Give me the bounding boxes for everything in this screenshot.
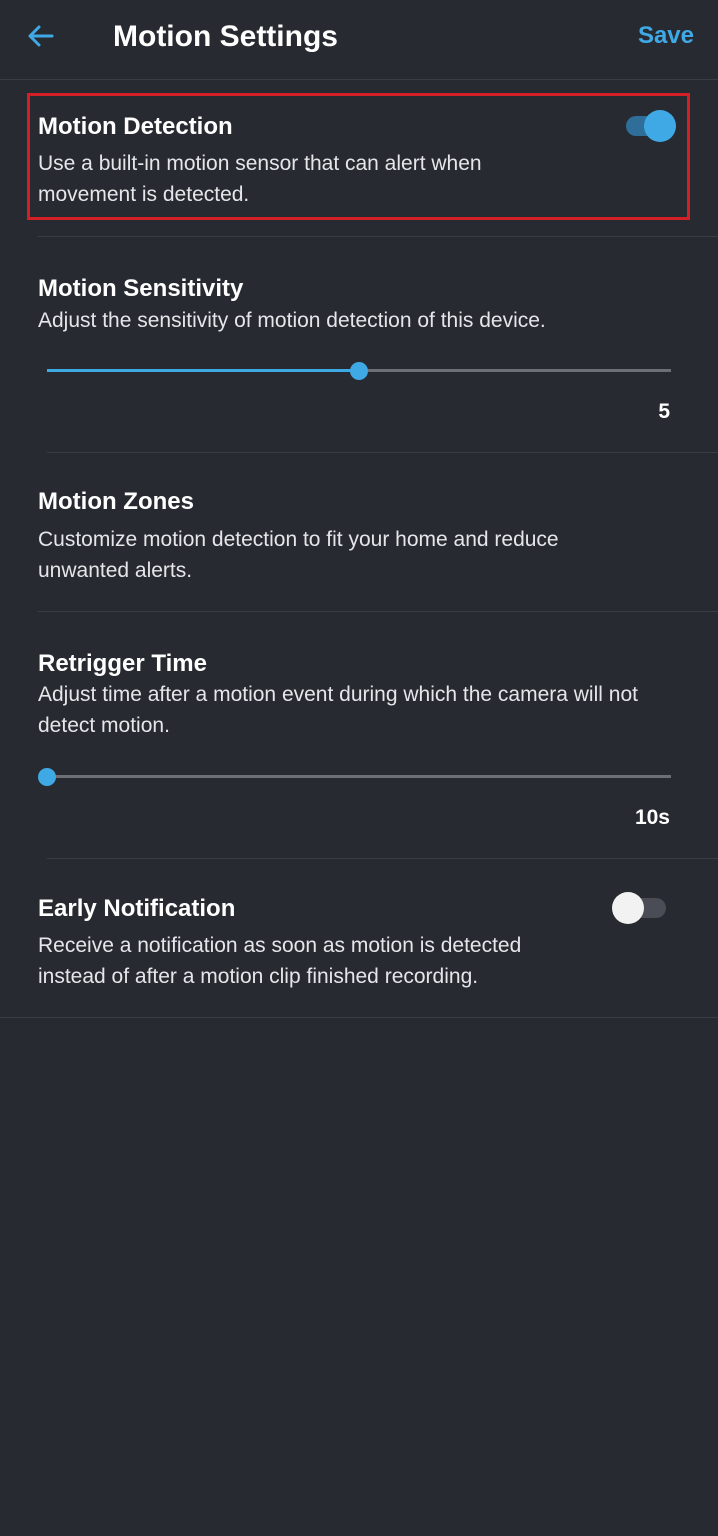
divider [38,236,718,237]
back-button[interactable] [22,18,60,56]
description-line: detect motion. [38,714,170,737]
slider-fill [47,369,359,372]
description-line: Adjust time after a motion event during … [38,683,638,706]
early-notification-title: Early Notification [38,895,236,922]
motion-detection-title: Motion Detection [38,113,233,140]
early-notification-description: Receive a notification as soon as motion… [38,930,521,992]
description-line: unwanted alerts. [38,559,193,582]
retrigger-time-description: Adjust time after a motion event during … [38,679,638,741]
motion-settings-screen: Motion Settings Save Motion Detection Us… [0,0,718,1536]
divider [38,611,718,612]
page-title: Motion Settings [113,20,338,53]
motion-sensitivity-slider[interactable] [47,360,671,380]
retrigger-time-slider[interactable] [38,766,671,786]
early-notification-toggle[interactable] [612,892,666,924]
slider-thumb[interactable] [38,768,56,786]
toggle-knob [612,892,644,924]
retrigger-time-title: Retrigger Time [38,650,207,677]
motion-zones-title[interactable]: Motion Zones [38,487,194,517]
description-line: Customize motion detection to fit your h… [38,528,559,551]
motion-sensitivity-title: Motion Sensitivity [38,275,244,302]
description-line: movement is detected. [38,183,250,206]
description-line: Use a built-in motion sensor that can al… [38,152,482,175]
divider [47,452,718,453]
description-line: Receive a notification as soon as motion… [38,934,522,957]
motion-sensitivity-value: 5 [658,400,670,423]
description-line: instead of after a motion clip finished … [38,965,479,988]
motion-sensitivity-description: Adjust the sensitivity of motion detecti… [38,309,546,332]
slider-rail [47,775,671,778]
motion-detection-toggle[interactable] [626,110,676,142]
divider [0,1017,718,1018]
motion-zones-description: Customize motion detection to fit your h… [38,524,559,586]
save-button[interactable]: Save [638,20,694,52]
toggle-knob [644,110,676,142]
arrow-left-icon [28,25,54,47]
slider-thumb[interactable] [350,362,368,380]
divider [47,858,718,859]
retrigger-time-value: 10s [634,806,670,829]
app-header: Motion Settings Save [0,0,718,80]
motion-detection-description: Use a built-in motion sensor that can al… [38,148,482,210]
